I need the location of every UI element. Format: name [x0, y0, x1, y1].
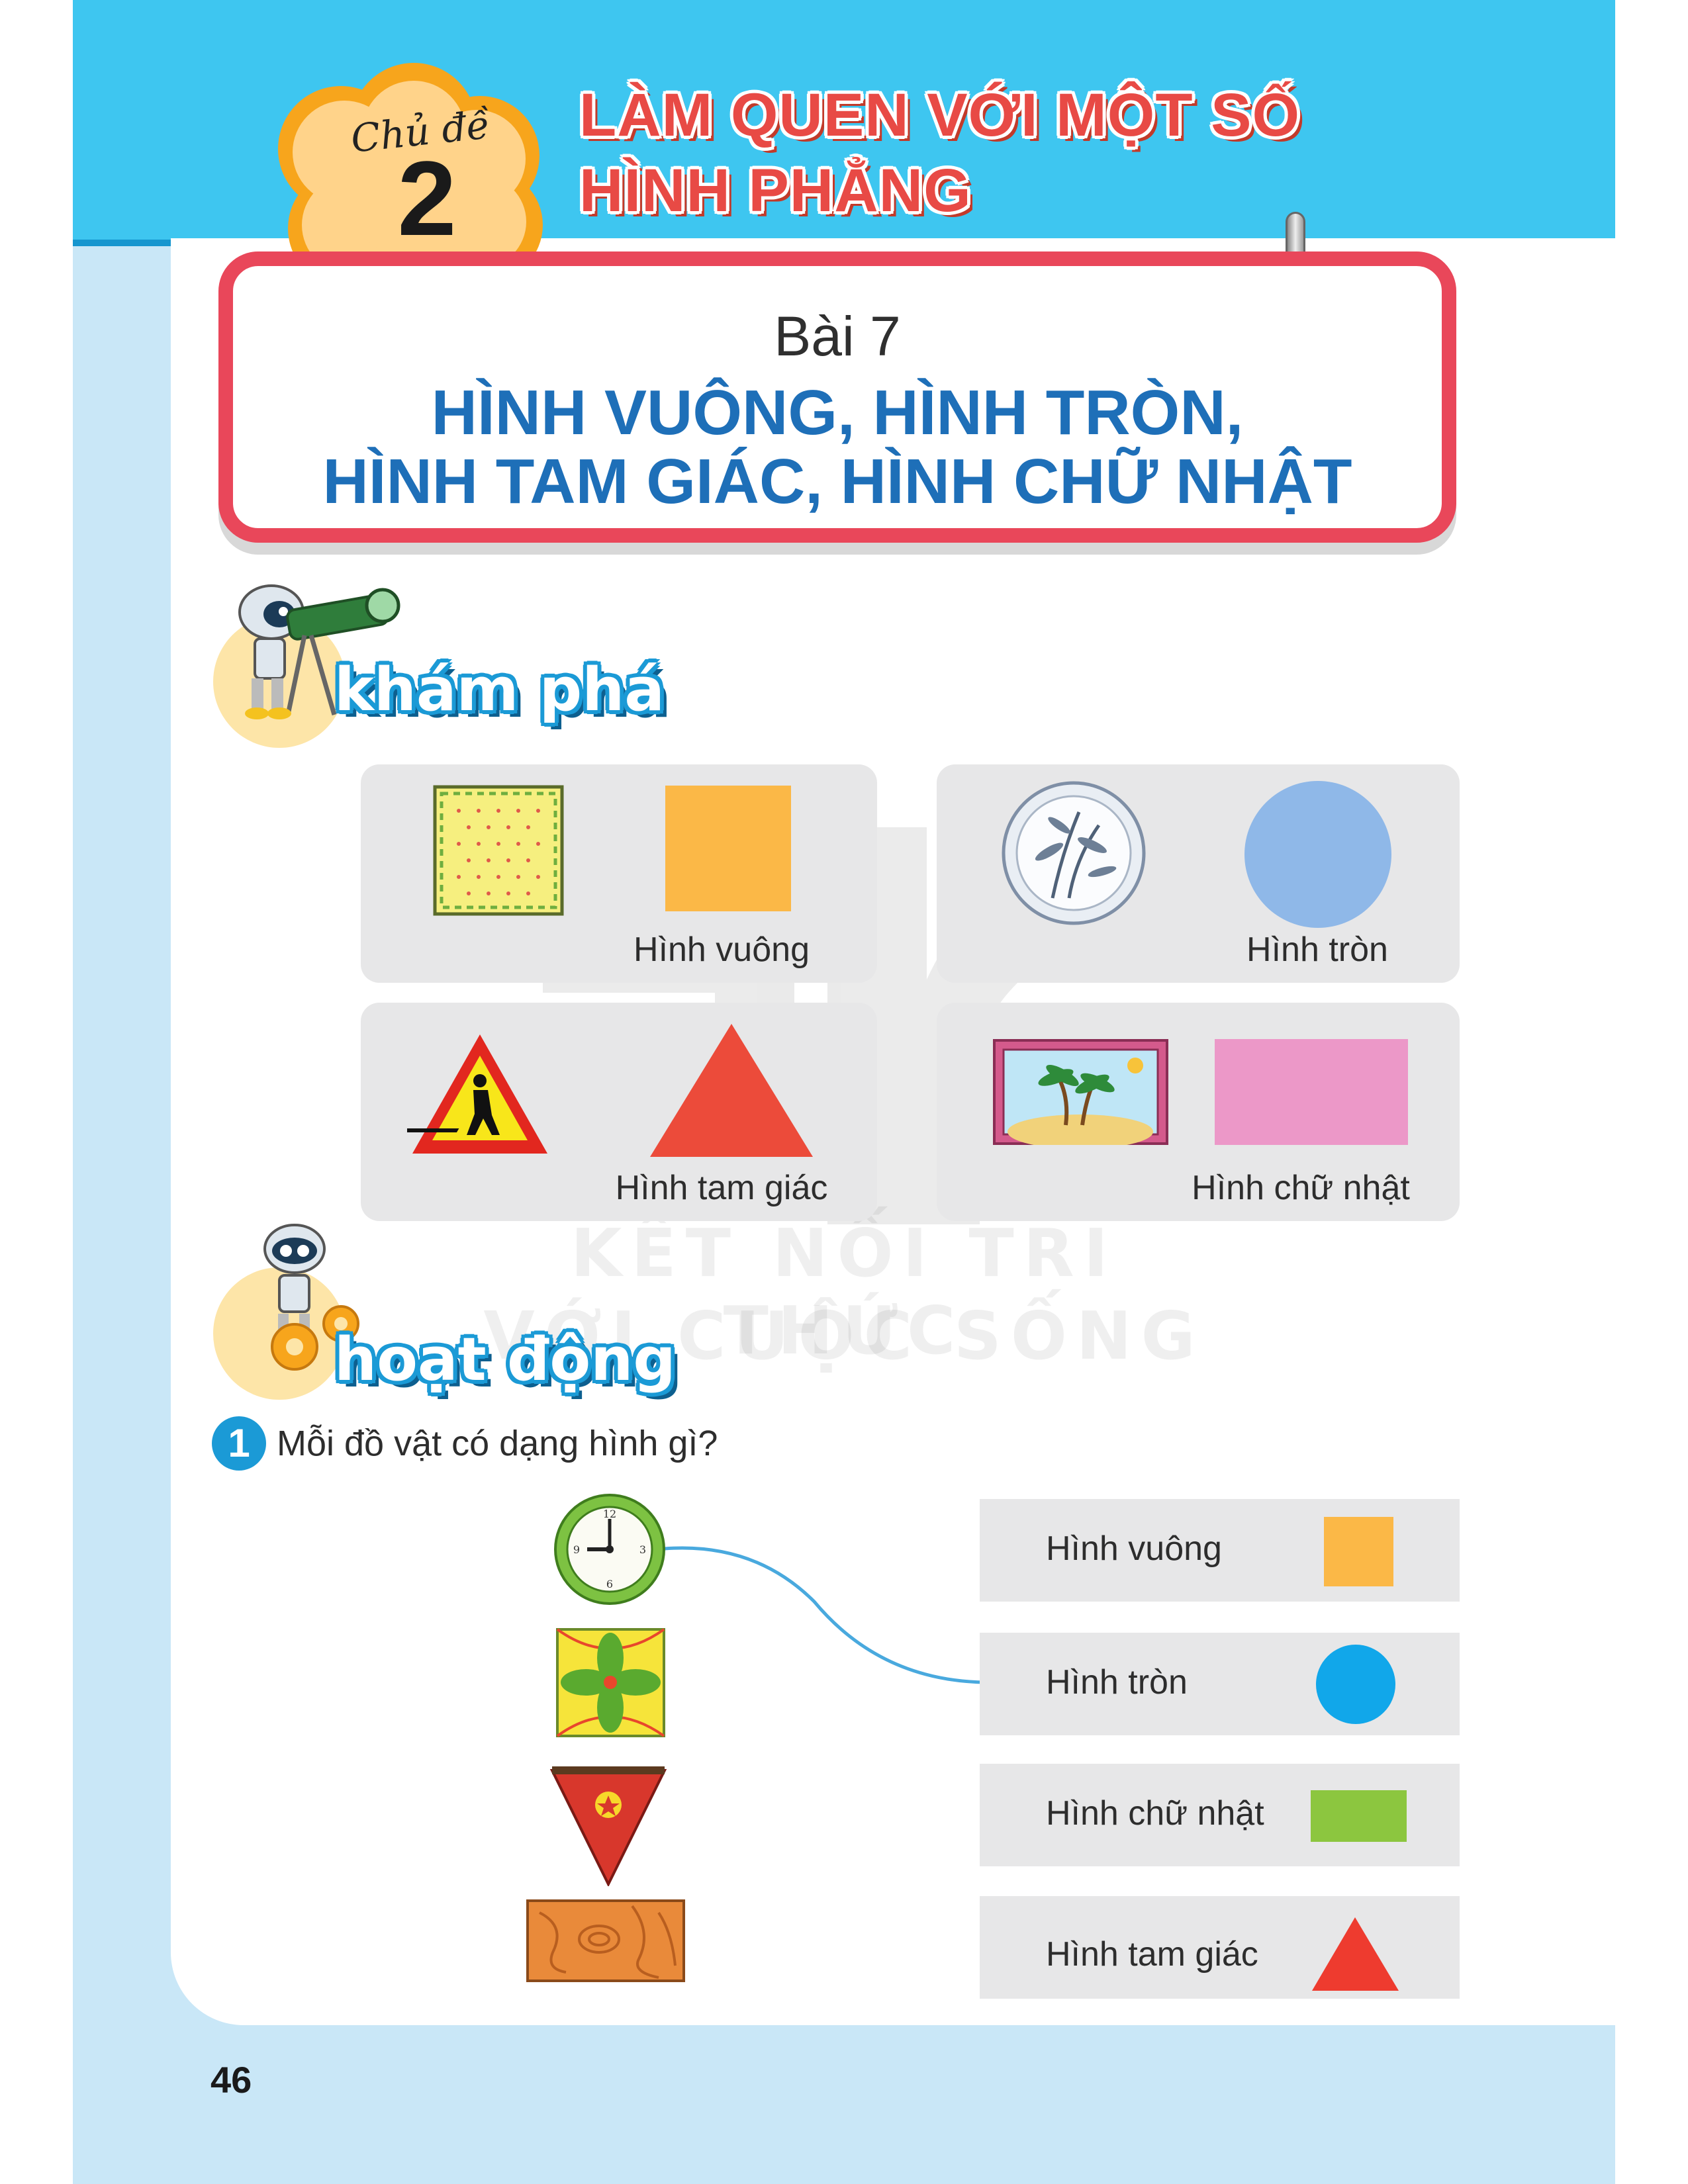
- triangle-shape: [650, 1024, 813, 1157]
- svg-text:3: 3: [639, 1543, 646, 1556]
- explore-card-label: Hình chữ nhật: [1192, 1169, 1410, 1207]
- topic-title-line2: HÌNH PHẲNG: [579, 157, 972, 224]
- option-label: Hình vuông: [1046, 1529, 1222, 1568]
- lesson-title-line2: HÌNH TAM GIÁC, HÌNH CHỮ NHẬT: [322, 446, 1352, 517]
- plate-icon: [1002, 781, 1146, 925]
- textbook-page: Chủ đề 2 LÀM QUEN VỚI MỘT SỐ HÌNH PHẲNG …: [0, 0, 1688, 2184]
- topic-number: 2: [397, 139, 457, 257]
- explore-card-label: Hình vuông: [633, 931, 810, 969]
- answer-connector-line: [664, 1546, 987, 1684]
- explore-card-rectangle: Hình chữ nhật: [937, 1003, 1460, 1221]
- exercise-number-badge: 1: [212, 1416, 266, 1471]
- option-circle[interactable]: Hình tròn: [980, 1633, 1460, 1735]
- svg-text:9: 9: [573, 1543, 580, 1556]
- explore-heading: khám phá: [334, 655, 665, 725]
- clock-icon[interactable]: 12 3 6 9: [553, 1492, 667, 1606]
- option-triangle[interactable]: Hình tam giác: [980, 1896, 1460, 1999]
- option-square[interactable]: Hình vuông: [980, 1499, 1460, 1602]
- picture-frame-icon: [993, 1039, 1168, 1145]
- rectangle-shape: [1215, 1039, 1408, 1145]
- option-label: Hình chữ nhật: [1046, 1794, 1264, 1833]
- circle-shape: [1244, 781, 1391, 928]
- explore-card-triangle: Hình tam giác: [361, 1003, 877, 1221]
- exercise-question: Mỗi đồ vật có dạng hình gì?: [277, 1424, 718, 1463]
- svg-text:6: 6: [606, 1578, 613, 1590]
- page-number: 46: [211, 2059, 252, 2101]
- option-triangle-shape: [1312, 1917, 1399, 1991]
- napkin-icon: [433, 785, 564, 916]
- lesson-title-line1: HÌNH VUÔNG, HÌNH TRÒN,: [431, 377, 1244, 448]
- lesson-number: Bài 7: [774, 305, 901, 367]
- explore-card-circle: Hình tròn: [937, 764, 1460, 983]
- svg-text:12: 12: [603, 1508, 616, 1520]
- activity-heading: hoạt động: [334, 1325, 676, 1394]
- tile-icon[interactable]: [556, 1628, 665, 1737]
- option-label: Hình tam giác: [1046, 1935, 1258, 1974]
- option-rectangle[interactable]: Hình chữ nhật: [980, 1764, 1460, 1866]
- pennant-icon[interactable]: [549, 1764, 667, 1886]
- explore-card-label: Hình tròn: [1246, 931, 1388, 969]
- explore-card-label: Hình tam giác: [615, 1169, 828, 1207]
- topic-title-line1: LÀM QUEN VỚI MỘT SỐ: [579, 81, 1301, 149]
- explore-card-square: Hình vuông: [361, 764, 877, 983]
- wood-board-icon[interactable]: [526, 1899, 685, 1982]
- road-sign-icon: [407, 1034, 547, 1154]
- exercise-number: 1: [228, 1421, 250, 1465]
- option-rectangle-shape: [1311, 1790, 1407, 1842]
- square-shape: [665, 786, 791, 911]
- lesson-title: HÌNH VUÔNG, HÌNH TRÒN, HÌNH TAM GIÁC, HÌ…: [218, 379, 1456, 516]
- option-circle-shape: [1316, 1645, 1395, 1724]
- option-label: Hình tròn: [1046, 1663, 1188, 1702]
- option-square-shape: [1324, 1517, 1393, 1586]
